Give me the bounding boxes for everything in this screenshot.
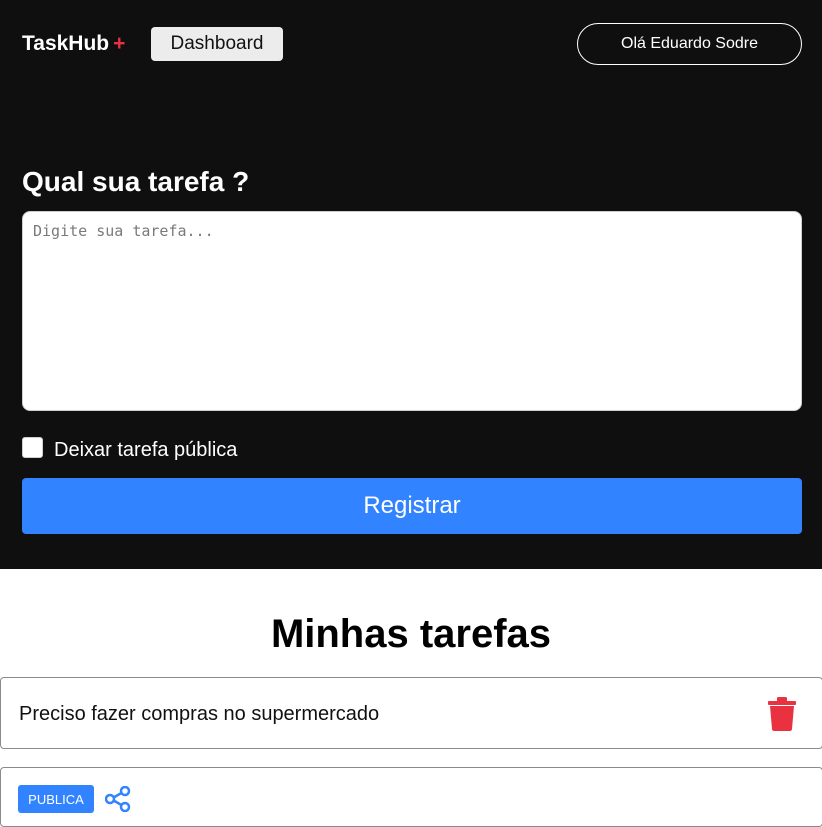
share-icon[interactable] — [104, 785, 131, 813]
logo-text: TaskHub — [22, 32, 110, 55]
task-card-public: PUBLICA — [0, 767, 822, 827]
logo[interactable]: TaskHub + — [22, 32, 125, 56]
task-textarea[interactable] — [22, 211, 802, 411]
logo-plus: + — [113, 32, 126, 55]
public-badge: PUBLICA — [18, 785, 94, 813]
task-text: Preciso fazer compras no supermercado — [19, 703, 380, 725]
public-checkbox-label[interactable]: Deixar tarefa pública — [54, 439, 237, 462]
public-checkbox[interactable] — [22, 437, 43, 458]
form-title: Qual sua tarefa ? — [22, 166, 250, 197]
dashboard-button[interactable]: Dashboard — [151, 27, 283, 61]
user-greeting-button[interactable]: Olá Eduardo Sodre — [577, 23, 802, 65]
public-checkbox-row[interactable]: Deixar tarefa pública — [22, 433, 237, 462]
trash-icon[interactable] — [767, 697, 797, 731]
task-card: Preciso fazer compras no supermercado — [0, 677, 822, 749]
header-area: TaskHub + Dashboard Olá Eduardo Sodre Qua… — [0, 0, 822, 569]
section-title: Minhas tarefas — [270, 612, 552, 656]
register-button[interactable]: Registrar — [22, 478, 802, 534]
